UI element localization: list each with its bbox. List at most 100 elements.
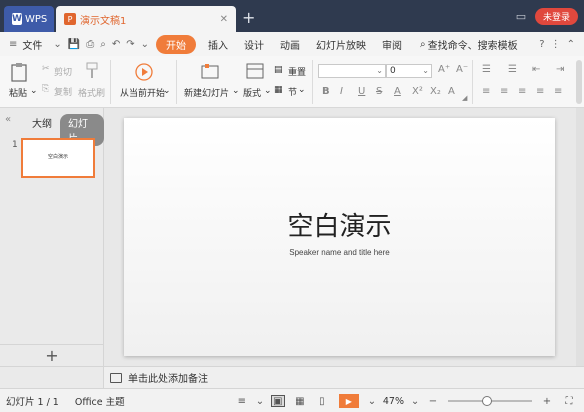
normal-view-icon[interactable]: ▣ xyxy=(270,395,285,407)
strikethrough-button[interactable]: S xyxy=(376,86,382,97)
section-icon[interactable]: ▦ xyxy=(274,85,283,95)
notes-toggle-icon[interactable]: ≡ xyxy=(235,395,249,407)
underline-button[interactable]: U xyxy=(358,86,365,97)
collapse-ribbon-icon[interactable]: ⌃ xyxy=(564,39,578,50)
quick-access-dropdown-icon[interactable]: ⌄ xyxy=(138,39,152,50)
subscript-button[interactable]: X₂ xyxy=(430,86,441,97)
slide-sorter-icon[interactable]: ▦ xyxy=(293,395,307,407)
help-icon[interactable]: ? xyxy=(536,39,547,50)
notes-toggle-dropdown-icon[interactable]: ⌄ xyxy=(256,395,264,407)
paste-button[interactable]: 粘贴 xyxy=(9,86,27,99)
print-preview-icon[interactable]: ⌕ xyxy=(97,39,109,50)
zoom-in-icon[interactable]: + xyxy=(540,395,554,407)
font-color-button[interactable]: A xyxy=(394,86,401,97)
hamburger-menu-icon[interactable]: ≡ xyxy=(6,39,20,50)
cut-button[interactable]: 剪切 xyxy=(54,65,72,78)
slide-number: 1 xyxy=(12,140,18,150)
slide-subtitle[interactable]: Speaker name and title here xyxy=(124,248,555,257)
zoom-dropdown-icon[interactable]: ⌄ xyxy=(411,395,419,407)
align-center-icon[interactable]: ≡ xyxy=(500,86,508,97)
undo-icon[interactable]: ↶ xyxy=(109,39,123,50)
fit-to-window-icon[interactable]: ⛶ xyxy=(562,395,576,407)
reading-view-icon[interactable]: ▯ xyxy=(315,395,329,407)
decrease-font-size-button[interactable]: A⁻ xyxy=(456,64,468,75)
layout-button[interactable]: 版式 xyxy=(243,86,261,99)
format-painter-icon[interactable] xyxy=(84,62,100,80)
reset-icon[interactable]: ▤ xyxy=(274,65,283,75)
slide-panel: « 大纲 幻灯片 1 空白演示 + xyxy=(0,108,104,366)
redo-icon[interactable]: ↷ xyxy=(123,39,137,50)
slide-title[interactable]: 空白演示 xyxy=(124,206,555,243)
copy-icon[interactable]: ⎘ xyxy=(42,84,49,94)
decrease-indent-icon[interactable]: ⇤ xyxy=(532,64,540,75)
font-dialog-launcher-icon[interactable]: ◢ xyxy=(462,94,467,102)
login-button[interactable]: 未登录 xyxy=(534,7,578,25)
align-left-icon[interactable]: ≡ xyxy=(482,86,490,97)
tab-outline[interactable]: 大纲 xyxy=(32,115,52,130)
new-slide-dropdown-icon[interactable]: ⌄ xyxy=(232,86,240,96)
cut-icon[interactable]: ✂ xyxy=(42,64,50,74)
superscript-button[interactable]: X² xyxy=(412,86,423,97)
increase-font-size-button[interactable]: A⁺ xyxy=(438,64,450,75)
tab-insert[interactable]: 插入 xyxy=(200,37,236,52)
more-options-icon[interactable]: ⋮ xyxy=(548,39,564,50)
copy-button[interactable]: 复制 xyxy=(54,85,72,98)
reset-button[interactable]: 重置 xyxy=(288,65,306,78)
tab-review[interactable]: 审阅 xyxy=(374,37,410,52)
zoom-slider-handle[interactable] xyxy=(482,396,492,406)
ribbon-scrollbar[interactable] xyxy=(576,60,582,104)
wps-logo-icon: W xyxy=(12,13,22,25)
font-size-select[interactable]: 0 ⌄ xyxy=(386,64,432,78)
bullet-list-icon[interactable]: ☰ xyxy=(482,64,491,75)
italic-button[interactable]: I xyxy=(340,86,343,97)
theme-name[interactable]: Office 主题 xyxy=(75,394,125,408)
increase-indent-icon[interactable]: ⇥ xyxy=(556,64,564,75)
slide-canvas[interactable]: 空白演示 Speaker name and title here xyxy=(124,118,555,356)
collapse-panel-icon[interactable]: « xyxy=(5,114,11,125)
file-dropdown-icon[interactable]: ⌄ xyxy=(50,39,64,50)
zoom-out-icon[interactable]: − xyxy=(426,395,440,407)
slideshow-play-button[interactable]: ▶ xyxy=(338,394,359,408)
paste-icon[interactable] xyxy=(10,62,28,82)
align-right-icon[interactable]: ≡ xyxy=(518,86,526,97)
new-slide-icon[interactable] xyxy=(200,62,220,82)
play-from-current-icon[interactable] xyxy=(134,62,154,82)
distribute-icon[interactable]: ≡ xyxy=(554,86,562,97)
new-slide-button[interactable]: 新建幻灯片 xyxy=(184,86,229,99)
layout-icon[interactable] xyxy=(246,62,264,80)
file-menu[interactable]: 文件 xyxy=(20,37,50,52)
tab-slideshow[interactable]: 幻灯片放映 xyxy=(308,37,374,52)
slide-thumbnail[interactable]: 空白演示 xyxy=(21,138,95,178)
status-bar: 幻灯片 1 / 1 Office 主题 ≡ ⌄ ▣ ▦ ▯ ▶ ⌄ 47% ⌄ … xyxy=(0,388,584,412)
paste-dropdown-icon[interactable]: ⌄ xyxy=(30,86,38,96)
zoom-level[interactable]: 47% xyxy=(383,396,404,407)
tab-home[interactable]: 开始 xyxy=(156,34,197,54)
notes-bar[interactable]: 单击此处添加备注 xyxy=(104,366,584,388)
layout-dropdown-icon[interactable]: ⌄ xyxy=(264,86,272,96)
slideshow-dropdown-icon[interactable]: ⌄ xyxy=(368,395,376,407)
font-name-select[interactable]: ⌄ xyxy=(318,64,386,78)
from-current-dropdown-icon[interactable]: ⌄ xyxy=(163,86,171,96)
bold-button[interactable]: B xyxy=(322,86,330,97)
justify-icon[interactable]: ≡ xyxy=(536,86,544,97)
close-tab-icon[interactable]: ✕ xyxy=(220,14,228,25)
from-current-button[interactable]: 从当前开始 xyxy=(120,86,165,99)
print-icon[interactable]: ⎙ xyxy=(83,39,97,50)
command-search[interactable]: ⌕ 查找命令、搜索模板 xyxy=(416,37,522,52)
save-icon[interactable]: 💾 xyxy=(65,39,83,50)
vertical-scrollbar[interactable] xyxy=(576,108,584,366)
tab-design[interactable]: 设计 xyxy=(236,37,272,52)
slide-thumbnail-title: 空白演示 xyxy=(47,154,68,160)
window-mode-icon[interactable]: ▭ xyxy=(513,10,529,23)
section-button[interactable]: 节 xyxy=(288,85,297,98)
format-painter-button[interactable]: 格式刷 xyxy=(78,86,105,99)
tab-wps-home[interactable]: W WPS xyxy=(4,6,54,32)
add-slide-button[interactable]: + xyxy=(0,344,104,366)
section-dropdown-icon[interactable]: ⌄ xyxy=(298,85,306,95)
zoom-slider[interactable] xyxy=(448,396,532,406)
new-tab-button[interactable]: + xyxy=(242,8,255,27)
tab-animation[interactable]: 动画 xyxy=(272,37,308,52)
numbered-list-icon[interactable]: ☰ xyxy=(508,64,517,75)
tab-document[interactable]: P 演示文稿1 ✕ xyxy=(56,6,236,32)
clear-format-button[interactable]: A xyxy=(448,86,455,97)
